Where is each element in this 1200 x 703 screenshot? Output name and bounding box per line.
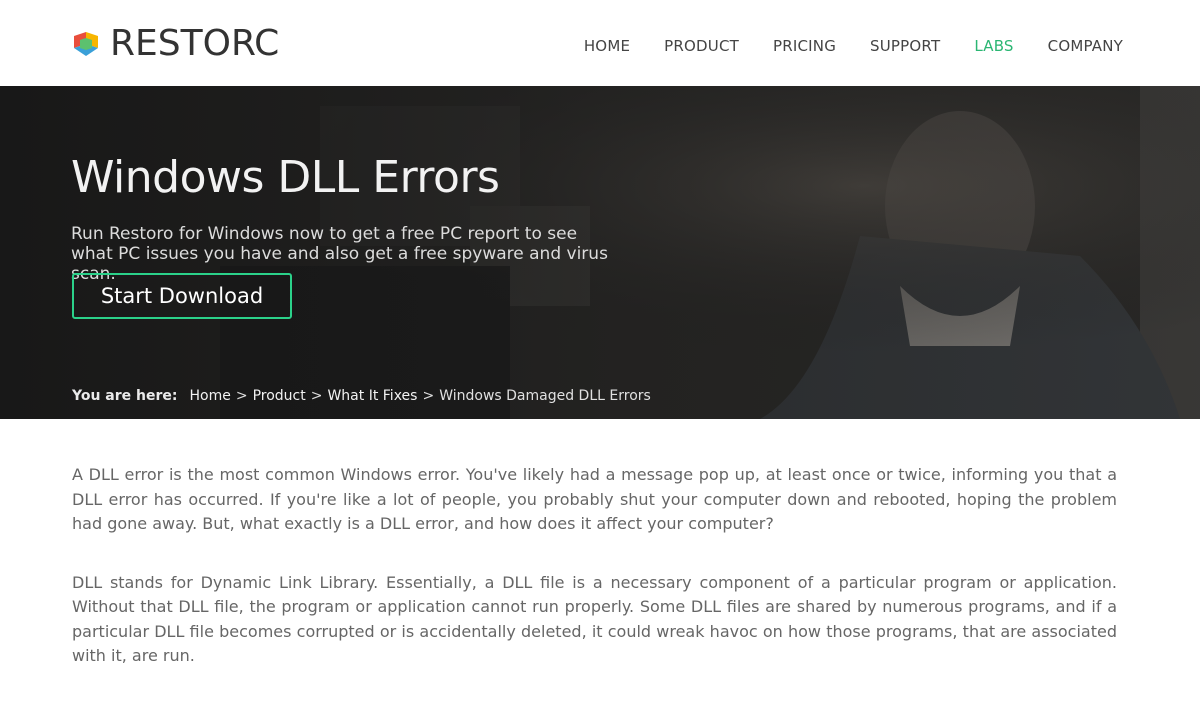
breadcrumb-product[interactable]: Product	[253, 388, 306, 404]
breadcrumb: You are here: Home > Product > What It F…	[72, 388, 651, 404]
nav-item-home[interactable]: HOME	[584, 37, 630, 55]
article-paragraph: DLL stands for Dynamic Link Library. Ess…	[72, 572, 1117, 666]
nav-item-company[interactable]: COMPANY	[1048, 37, 1123, 55]
breadcrumb-home[interactable]: Home	[190, 388, 231, 404]
breadcrumb-separator: >	[422, 388, 435, 404]
breadcrumb-what-it-fixes[interactable]: What It Fixes	[327, 388, 417, 404]
nav-item-product[interactable]: PRODUCT	[664, 37, 739, 55]
article-body: A DLL error is the most common Windows e…	[72, 463, 1117, 703]
article-paragraph: A DLL error is the most common Windows e…	[72, 465, 1117, 533]
nav-item-pricing[interactable]: PRICING	[773, 37, 836, 55]
breadcrumb-separator: >	[235, 388, 248, 404]
logo[interactable]: RESTORC	[70, 26, 279, 62]
hero-banner: Windows DLL Errors Run Restoro for Windo…	[0, 86, 1200, 419]
page-title: Windows DLL Errors	[71, 152, 500, 203]
breadcrumb-label: You are here:	[72, 388, 178, 404]
main-nav: HOME PRODUCT PRICING SUPPORT LABS COMPAN…	[550, 37, 1123, 55]
breadcrumb-separator: >	[310, 388, 323, 404]
start-download-button[interactable]: Start Download	[72, 273, 292, 319]
restoro-cube-icon	[74, 32, 98, 56]
site-header: RESTORC HOME PRODUCT PRICING SUPPORT LAB…	[0, 0, 1200, 86]
nav-item-support[interactable]: SUPPORT	[870, 37, 940, 55]
breadcrumb-current: Windows Damaged DLL Errors	[439, 388, 651, 404]
nav-item-labs[interactable]: LABS	[974, 37, 1013, 55]
logo-text: RESTORC	[110, 23, 280, 64]
